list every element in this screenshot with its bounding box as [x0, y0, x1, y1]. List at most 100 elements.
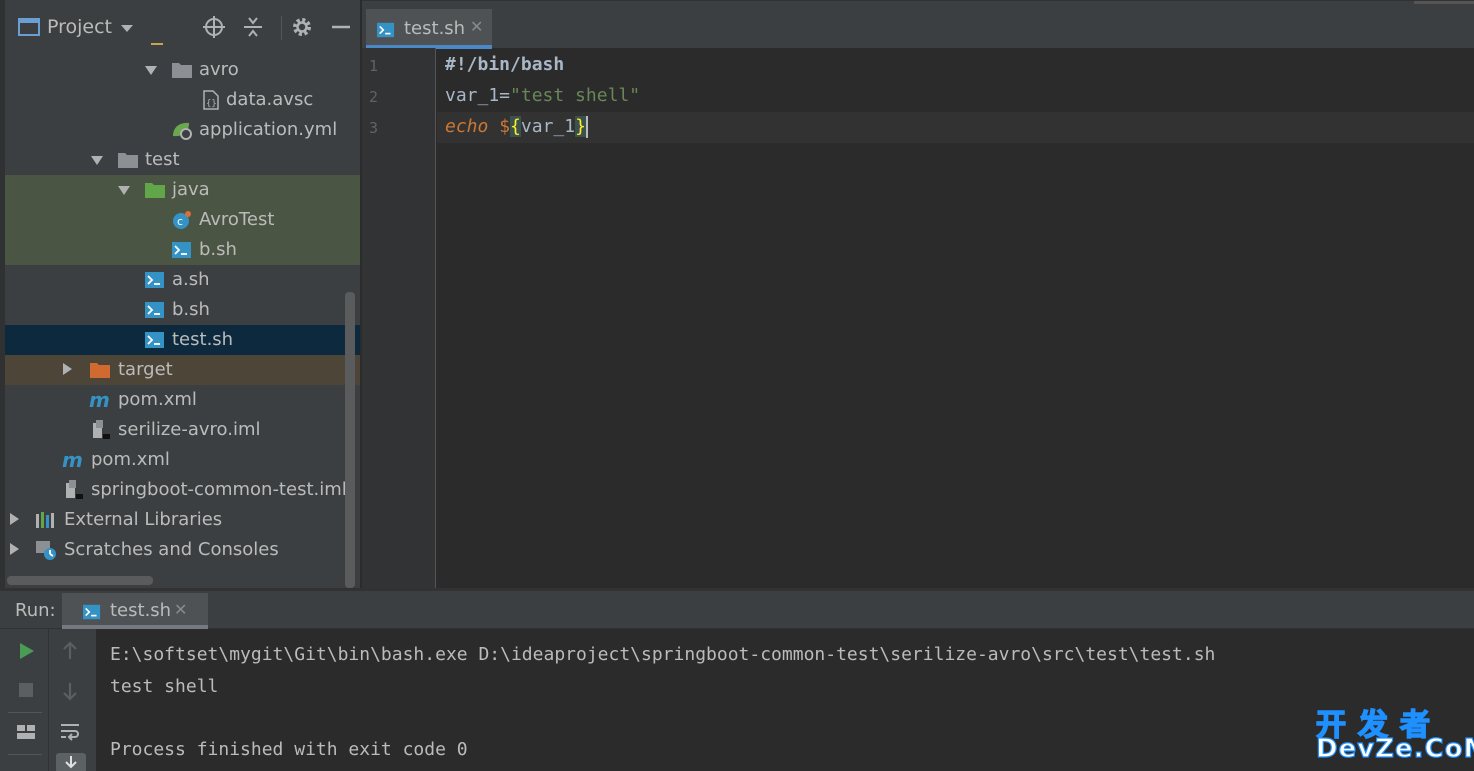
line-number: 2: [369, 88, 379, 106]
tree-item-b-sh[interactable]: b.sh: [5, 295, 360, 325]
tree-item-serilize-iml[interactable]: serilize-avro.iml: [5, 415, 360, 445]
tree-item-test-sh[interactable]: test.sh: [5, 325, 360, 355]
chevron-right-icon[interactable]: [63, 363, 72, 375]
console-output[interactable]: E:\softset\mygit\Git\bin\bash.exe D:\ide…: [96, 629, 1474, 771]
tab-bar-corner: [1414, 1, 1474, 4]
arrow-down-icon[interactable]: [58, 679, 82, 703]
tree-item-label: avro: [199, 59, 239, 80]
tree-item-external-libraries[interactable]: External Libraries: [5, 505, 360, 535]
tree-item-label: pom.xml: [118, 389, 197, 410]
vertical-scrollbar[interactable]: [345, 292, 355, 588]
svg-text:{}: {}: [206, 99, 217, 109]
tree-item-b-sh-test[interactable]: b.sh: [5, 235, 360, 265]
svg-text:m: m: [89, 390, 110, 410]
svg-text:m: m: [62, 450, 83, 470]
console-line-command: E:\softset\mygit\Git\bin\bash.exe D:\ide…: [110, 644, 1216, 665]
maven-icon: m: [62, 450, 83, 470]
chevron-down-icon[interactable]: [145, 66, 157, 75]
stop-icon[interactable]: [14, 678, 38, 702]
code-line-2[interactable]: var_1="test shell": [445, 85, 640, 106]
close-icon[interactable]: ✕: [470, 17, 483, 36]
tree-item-label: pom.xml: [91, 449, 170, 470]
chevron-right-icon[interactable]: [10, 513, 19, 525]
tree-item-label: data.avsc: [226, 89, 314, 110]
folder-icon: [151, 43, 163, 45]
tree-item-data-avsc[interactable]: {} data.avsc: [5, 85, 360, 115]
horizontal-scrollbar[interactable]: [7, 576, 153, 585]
hide-panel-icon[interactable]: [329, 15, 353, 39]
gear-icon[interactable]: [290, 15, 314, 39]
editor-tab-bar: test.sh ✕: [362, 0, 1474, 49]
tree-item-target[interactable]: target: [5, 355, 360, 385]
console-line-output: test shell: [110, 676, 219, 697]
tree-item-application-yml[interactable]: application.yml: [5, 115, 360, 145]
locate-file-icon[interactable]: [202, 15, 226, 39]
tree-item-avrotest[interactable]: c AvroTest: [5, 205, 360, 235]
folder-icon: [172, 63, 192, 78]
chevron-down-icon[interactable]: [118, 186, 130, 195]
tree-item-label: serilize-avro.iml: [118, 419, 261, 440]
tree-item-label: springboot-common-test.iml: [91, 479, 347, 500]
tree-item-pom-root[interactable]: m pom.xml: [5, 445, 360, 475]
tree-item-label: b.sh: [199, 239, 237, 260]
shell-script-icon: [145, 332, 164, 348]
open-brace: {: [510, 116, 521, 137]
tree-item-pom-module[interactable]: m pom.xml: [5, 385, 360, 415]
scratches-icon: [36, 541, 56, 560]
collapse-all-icon[interactable]: [241, 15, 265, 39]
close-icon[interactable]: ✕: [174, 600, 187, 619]
tree-item-test[interactable]: test: [5, 145, 360, 175]
arrow-up-icon[interactable]: [58, 639, 82, 663]
chevron-down-icon[interactable]: [121, 25, 133, 32]
current-line-highlight: [437, 112, 1474, 143]
test-source-folder-icon: [145, 183, 165, 198]
soft-wrap-icon[interactable]: [58, 719, 82, 743]
variable-reference: var_1: [520, 116, 576, 137]
libraries-icon: [36, 512, 54, 528]
project-view-selector[interactable]: Project: [47, 16, 112, 38]
tree-item-label: test.sh: [172, 329, 234, 350]
shell-script-icon: [172, 242, 191, 258]
tree-item-root-iml[interactable]: springboot-common-test.iml: [5, 475, 360, 505]
chevron-down-icon[interactable]: [91, 156, 103, 165]
line-number-gutter: 1 2 3: [362, 48, 436, 591]
layout-icon[interactable]: [14, 720, 38, 744]
chevron-right-icon[interactable]: [10, 543, 19, 555]
maven-icon: m: [89, 390, 110, 410]
code-line-3[interactable]: echo ${var_1}: [445, 116, 588, 138]
editor-area: test.sh ✕ 1 2 3 #!/bin/bash var_1="test …: [362, 0, 1474, 591]
tab-label: test.sh: [404, 18, 466, 39]
scroll-to-end-icon[interactable]: [56, 753, 86, 771]
code-line-1[interactable]: #!/bin/bash: [445, 54, 564, 75]
tree-item-a-sh[interactable]: a.sh: [5, 265, 360, 295]
tree-item-label: application.yml: [199, 119, 338, 140]
svg-text:c: c: [177, 215, 183, 228]
rerun-icon[interactable]: [14, 639, 38, 663]
shell-script-icon: [145, 302, 164, 318]
project-window-icon[interactable]: [17, 15, 41, 39]
tree-item-partial[interactable]: [5, 40, 360, 52]
console-line-exit: Process finished with exit code 0: [110, 739, 468, 760]
echo-keyword: echo: [445, 116, 489, 137]
run-tab-label: test.sh: [110, 600, 172, 621]
run-tab-test-sh[interactable]: test.sh ✕: [62, 593, 208, 629]
tree-item-label: java: [172, 179, 210, 200]
tree-item-avro[interactable]: avro: [5, 55, 360, 85]
watermark-site-text: DevZe.CoM: [1315, 733, 1474, 764]
run-label: Run:: [15, 600, 56, 621]
line-number: 1: [369, 57, 379, 75]
toolbar-separator: [8, 754, 42, 755]
tab-test-sh[interactable]: test.sh ✕: [366, 9, 492, 49]
tree-item-label: b.sh: [172, 299, 210, 320]
header-divider: [281, 16, 282, 40]
tree-item-label: AvroTest: [199, 209, 275, 230]
java-class-icon: c: [173, 211, 191, 229]
shell-script-icon: [83, 604, 101, 620]
run-header: Run: test.sh ✕: [0, 591, 1474, 629]
avro-schema-icon: {}: [203, 90, 219, 110]
string-literal: "test shell": [510, 85, 641, 106]
tree-item-java[interactable]: java: [5, 175, 360, 205]
tree-item-scratches[interactable]: Scratches and Consoles: [5, 535, 360, 565]
module-file-icon: [93, 420, 110, 439]
shell-script-icon: [145, 272, 164, 288]
